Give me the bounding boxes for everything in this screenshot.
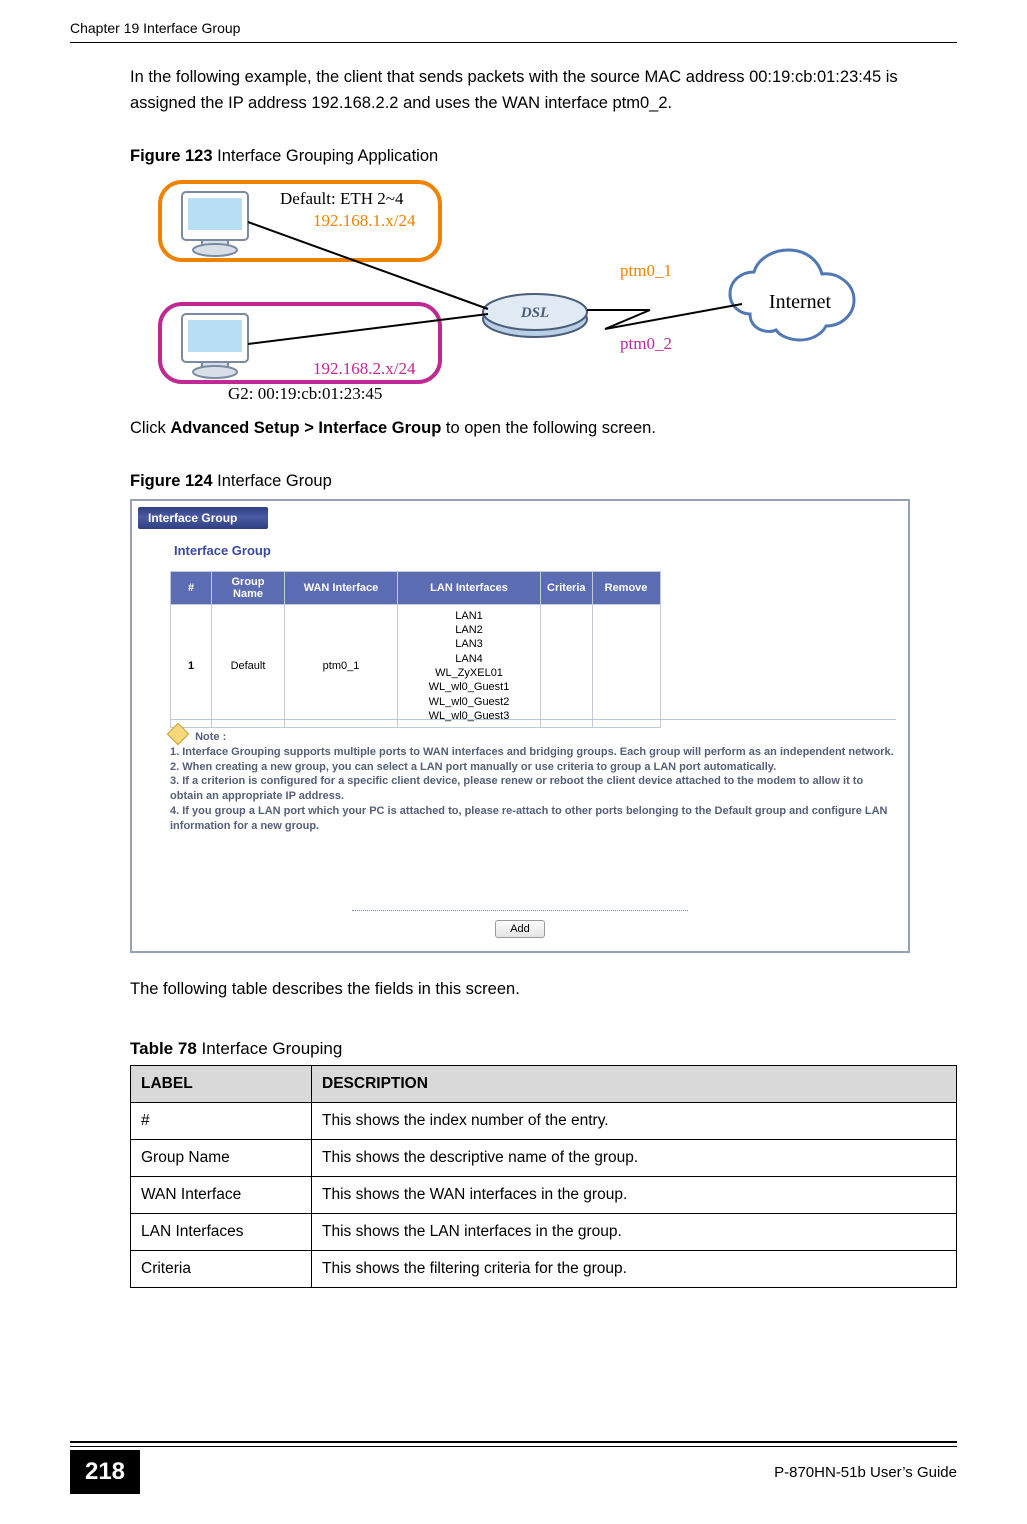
desc-cell-label: Criteria — [131, 1250, 312, 1287]
ss-lan-item: LAN3 — [455, 638, 483, 650]
click-bold: Advanced Setup > Interface Group — [170, 419, 441, 437]
ss-note-3: 3. If a criterion is configured for a sp… — [170, 774, 896, 804]
table-row: WAN Interface This shows the WAN interfa… — [131, 1176, 957, 1213]
desc-cell-desc: This shows the descriptive name of the g… — [312, 1139, 957, 1176]
figure-123-diagram: DSL Internet Default: ETH 2~4 192.168.1.… — [130, 174, 870, 412]
dsl-router-icon: DSL — [483, 294, 587, 337]
ss-lan-item: WL_wl0_Guest2 — [429, 696, 510, 708]
body: In the following example, the client tha… — [70, 43, 957, 1288]
g2-subnet-label: 192.168.2.x/24 — [313, 359, 416, 378]
ss-note-label: Note : — [195, 731, 226, 743]
ss-th-criteria: Criteria — [541, 571, 593, 604]
table-78-title: Interface Grouping — [197, 1039, 343, 1058]
ss-cell-group: Default — [212, 604, 285, 727]
intro-paragraph: In the following example, the client tha… — [130, 65, 957, 116]
table-intro-paragraph: The following table describes the fields… — [130, 977, 957, 1003]
figure-124-number: Figure 124 — [130, 472, 213, 490]
ss-table-row: 1 Default ptm0_1 LAN1 LAN2 LAN3 LAN4 WL_… — [171, 604, 661, 727]
link-default-router — [248, 222, 488, 309]
desc-cell-desc: This shows the index number of the entry… — [312, 1102, 957, 1139]
svg-text:DSL: DSL — [520, 305, 549, 321]
ss-add-row: Add — [132, 915, 908, 941]
figure-123-title: Interface Grouping Application — [213, 147, 439, 165]
click-suffix: to open the following screen. — [441, 419, 656, 437]
desc-cell-label: WAN Interface — [131, 1176, 312, 1213]
ss-lan-item: WL_ZyXEL01 — [435, 667, 503, 679]
ss-lan-item: LAN1 — [455, 610, 483, 622]
ss-lan-item: LAN2 — [455, 624, 483, 636]
ss-note-block: Note : 1. Interface Grouping supports mu… — [170, 719, 896, 834]
running-header: Chapter 19 Interface Group — [70, 20, 957, 43]
ss-interface-table: # Group Name WAN Interface LAN Interface… — [170, 571, 661, 728]
desc-cell-label: Group Name — [131, 1139, 312, 1176]
desc-cell-desc: This shows the LAN interfaces in the gro… — [312, 1213, 957, 1250]
ss-cell-num: 1 — [171, 604, 212, 727]
table-78-number: Table 78 — [130, 1039, 197, 1058]
table-78-caption: Table 78 Interface Grouping — [130, 1036, 957, 1062]
monitor-icon-top — [182, 192, 248, 256]
ss-divider — [352, 910, 688, 911]
footer-guide-title: P-870HN-51b User’s Guide — [774, 1464, 957, 1481]
internet-label: Internet — [769, 291, 832, 313]
ptm0-1-label: ptm0_1 — [620, 261, 672, 280]
table-row: Criteria This shows the filtering criter… — [131, 1250, 957, 1287]
note-icon — [167, 722, 190, 745]
add-button[interactable]: Add — [495, 920, 545, 938]
ss-note-4: 4. If you group a LAN port which your PC… — [170, 804, 896, 834]
link-g2-router — [248, 314, 488, 344]
desc-cell-label: LAN Interfaces — [131, 1213, 312, 1250]
ss-cell-wan: ptm0_1 — [285, 604, 398, 727]
ss-note-2: 2. When creating a new group, you can se… — [170, 760, 896, 775]
click-paragraph: Click Advanced Setup > Interface Group t… — [130, 416, 957, 442]
ss-note-1: 1. Interface Grouping supports multiple … — [170, 745, 896, 760]
figure-124-caption: Figure 124 Interface Group — [130, 469, 957, 495]
page-number: 218 — [70, 1450, 140, 1494]
desc-cell-label: # — [131, 1102, 312, 1139]
page: Chapter 19 Interface Group In the follow… — [0, 0, 1027, 1524]
desc-cell-desc: This shows the WAN interfaces in the gro… — [312, 1176, 957, 1213]
ss-cell-lan: LAN1 LAN2 LAN3 LAN4 WL_ZyXEL01 WL_wl0_Gu… — [398, 604, 541, 727]
link-router-internet — [587, 304, 742, 329]
table-row: Group Name This shows the descriptive na… — [131, 1139, 957, 1176]
g2-group-label: G2: 00:19:cb:01:23:45 — [228, 384, 382, 403]
ss-th-num: # — [171, 571, 212, 604]
ss-lan-item: WL_wl0_Guest1 — [429, 681, 510, 693]
table-row: # This shows the index number of the ent… — [131, 1102, 957, 1139]
desc-table: LABEL DESCRIPTION # This shows the index… — [130, 1065, 957, 1288]
default-subnet-label: 192.168.1.x/24 — [313, 211, 416, 230]
default-group-label: Default: ETH 2~4 — [280, 189, 404, 208]
ss-lan-list: LAN1 LAN2 LAN3 LAN4 WL_ZyXEL01 WL_wl0_Gu… — [429, 609, 510, 723]
ss-section-title: Interface Group — [174, 543, 271, 558]
ss-cell-criteria — [541, 604, 593, 727]
ptm0-2-label: ptm0_2 — [620, 334, 672, 353]
figure-123-number: Figure 123 — [130, 147, 213, 165]
internet-cloud-icon: Internet — [730, 250, 854, 340]
monitor-icon-bottom — [182, 314, 248, 378]
ss-th-wan: WAN Interface — [285, 571, 398, 604]
ss-th-lan: LAN Interfaces — [398, 571, 541, 604]
ss-title-bar: Interface Group — [138, 507, 268, 529]
page-footer: 218 P-870HN-51b User’s Guide — [0, 1441, 1027, 1494]
figure-124-title: Interface Group — [213, 472, 332, 490]
figure-124-screenshot: Interface Group Interface Group # Group … — [130, 499, 910, 953]
table-row: LAN Interfaces This shows the LAN interf… — [131, 1213, 957, 1250]
figure-123-caption: Figure 123 Interface Grouping Applicatio… — [130, 144, 957, 170]
desc-th-label: LABEL — [131, 1065, 312, 1102]
desc-cell-desc: This shows the filtering criteria for th… — [312, 1250, 957, 1287]
ss-lan-item: LAN4 — [455, 653, 483, 665]
ss-th-remove: Remove — [592, 571, 660, 604]
desc-th-desc: DESCRIPTION — [312, 1065, 957, 1102]
click-prefix: Click — [130, 419, 170, 437]
ss-cell-remove — [592, 604, 660, 727]
footer-rule-top — [70, 1441, 957, 1447]
ss-th-group: Group Name — [212, 571, 285, 604]
